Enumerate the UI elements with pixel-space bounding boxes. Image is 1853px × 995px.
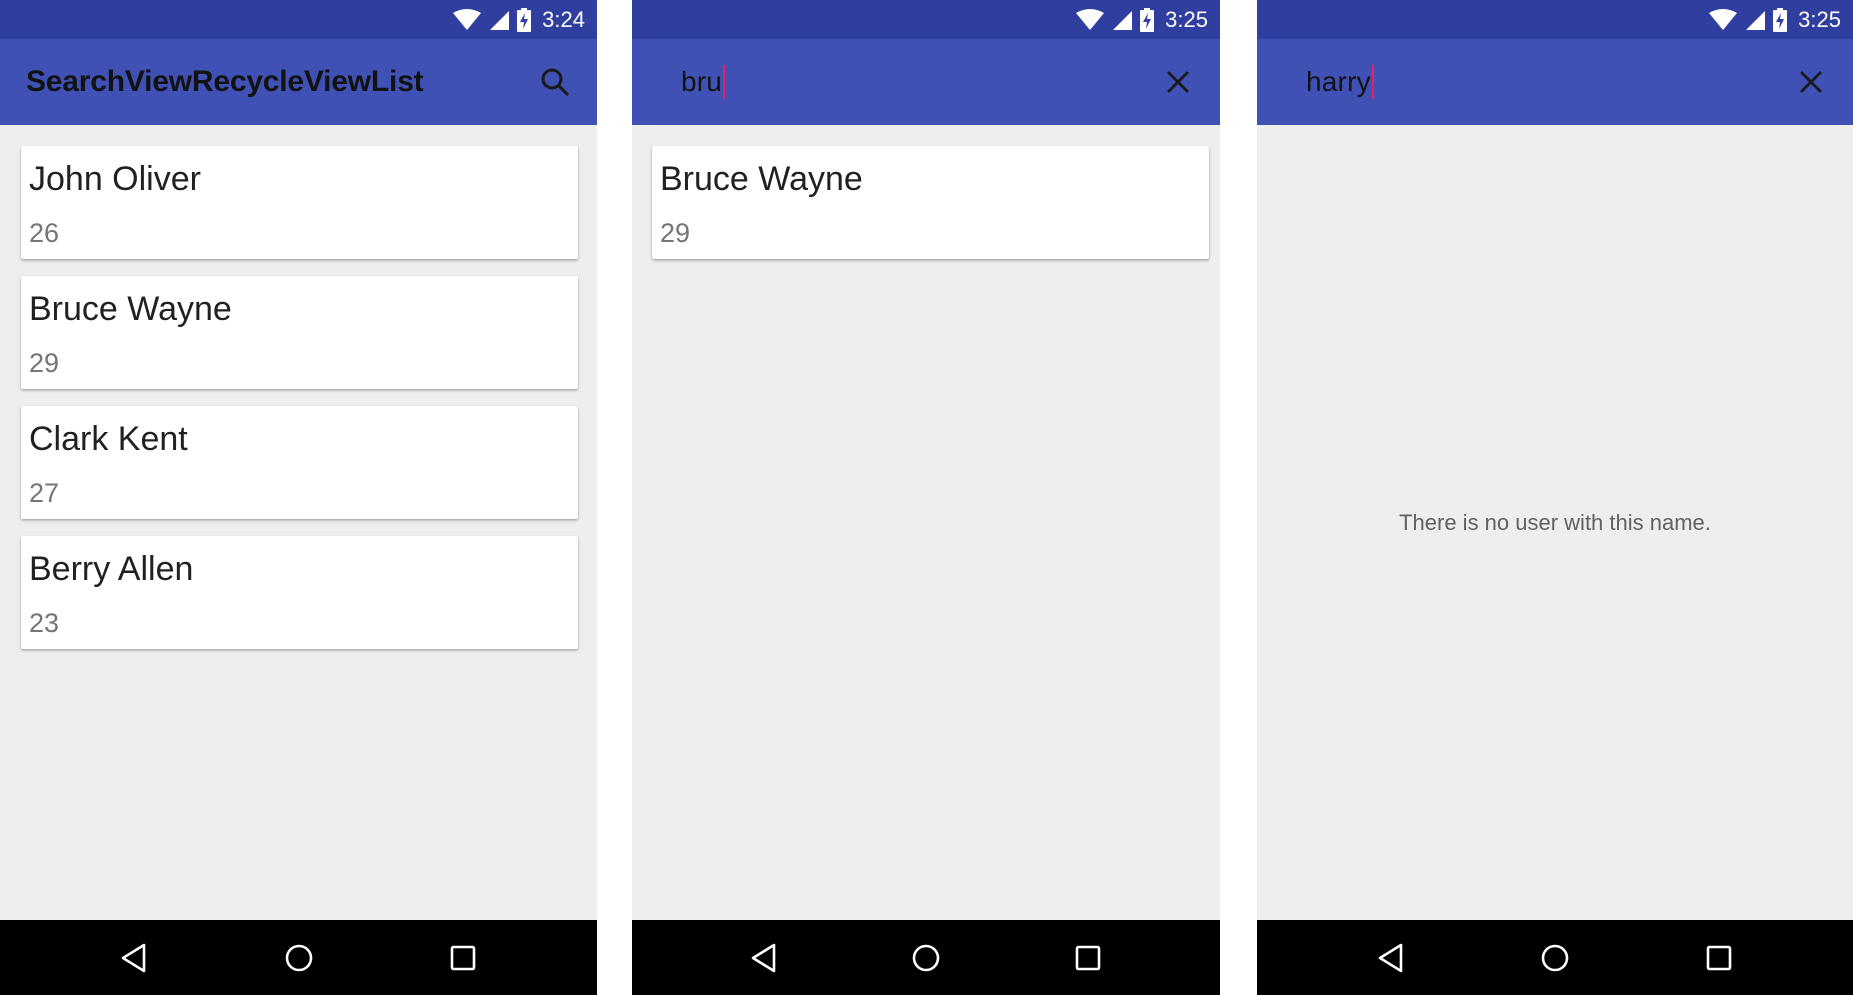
user-card[interactable]: John Oliver 26 — [21, 146, 578, 259]
app-title: SearchViewRecycleViewList — [26, 65, 424, 98]
user-name: Bruce Wayne — [29, 290, 232, 328]
cellular-signal-icon — [488, 9, 510, 31]
cellular-signal-icon — [1744, 9, 1766, 31]
user-age: 29 — [660, 218, 691, 248]
phone-screen-search-results: 3:25 bru Bruce Wayne 29 — [632, 0, 1220, 995]
user-card[interactable]: Bruce Wayne 29 — [21, 276, 578, 389]
navigation-bar — [1257, 920, 1853, 995]
home-icon[interactable] — [269, 928, 329, 988]
search-query: harry — [1306, 66, 1371, 97]
text-caret — [723, 65, 726, 99]
user-name: Berry Allen — [29, 550, 194, 588]
status-time: 3:24 — [542, 6, 585, 32]
search-icon[interactable] — [531, 58, 579, 106]
status-bar: 3:24 — [0, 0, 597, 39]
search-input[interactable]: harry — [1306, 39, 1374, 125]
home-icon[interactable] — [1525, 928, 1585, 988]
app-bar: bru — [632, 39, 1220, 125]
user-name: Clark Kent — [29, 420, 188, 458]
status-time: 3:25 — [1798, 6, 1841, 32]
user-age: 27 — [29, 478, 60, 508]
status-bar: 3:25 — [1257, 0, 1853, 39]
user-name: John Oliver — [29, 160, 201, 198]
close-icon[interactable] — [1787, 58, 1835, 106]
user-age: 23 — [29, 608, 60, 638]
text-caret — [1371, 65, 1374, 99]
recents-icon[interactable] — [1689, 928, 1749, 988]
search-input[interactable]: bru — [681, 39, 726, 125]
empty-state-message: There is no user with this name. — [1399, 510, 1711, 535]
phone-screen-list: 3:24 SearchViewRecycleViewList John Oliv… — [0, 0, 597, 995]
user-list: John Oliver 26 Bruce Wayne 29 Clark Kent… — [21, 146, 578, 666]
phone-screen-no-results: 3:25 harry There is no user with this na… — [1257, 0, 1853, 995]
search-query: bru — [681, 66, 723, 97]
navigation-bar — [0, 920, 597, 995]
wifi-icon — [453, 8, 482, 31]
battery-charging-icon — [1140, 7, 1155, 32]
navigation-bar — [632, 920, 1220, 995]
user-list: Bruce Wayne 29 — [652, 146, 1209, 276]
wifi-icon — [1076, 8, 1105, 31]
user-age: 26 — [29, 218, 60, 248]
close-icon[interactable] — [1154, 58, 1202, 106]
app-bar: SearchViewRecycleViewList — [0, 39, 597, 125]
status-time: 3:25 — [1165, 6, 1208, 32]
home-icon[interactable] — [896, 928, 956, 988]
user-card[interactable]: Clark Kent 27 — [21, 406, 578, 519]
battery-charging-icon — [517, 7, 532, 32]
wifi-icon — [1709, 8, 1738, 31]
back-icon[interactable] — [734, 928, 794, 988]
recents-icon[interactable] — [433, 928, 493, 988]
recents-icon[interactable] — [1058, 928, 1118, 988]
back-icon[interactable] — [1361, 928, 1421, 988]
battery-charging-icon — [1773, 7, 1788, 32]
user-card[interactable]: Berry Allen 23 — [21, 536, 578, 649]
back-icon[interactable] — [104, 928, 164, 988]
user-name: Bruce Wayne — [660, 160, 863, 198]
cellular-signal-icon — [1111, 9, 1133, 31]
status-bar: 3:25 — [632, 0, 1220, 39]
user-age: 29 — [29, 348, 60, 378]
app-bar: harry — [1257, 39, 1853, 125]
user-card[interactable]: Bruce Wayne 29 — [652, 146, 1209, 259]
